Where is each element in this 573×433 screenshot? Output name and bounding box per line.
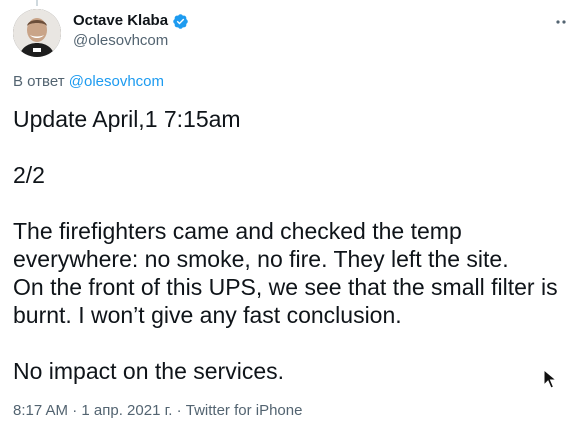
more-options-icon[interactable]	[553, 15, 571, 29]
avatar[interactable]	[13, 9, 61, 57]
tweet-metadata: 8:17 AM · 1 апр. 2021 г. · Twitter for i…	[13, 402, 302, 420]
tweet-line-firefighters: The firefighters came and checked the te…	[13, 218, 509, 272]
tweet-header: Octave Klaba @olesovhcom	[13, 9, 573, 59]
tweet-line-update: Update April,1 7:15am	[13, 106, 241, 132]
reply-mention-link[interactable]: @olesovhcom	[69, 73, 164, 90]
tweet-line-impact: No impact on the services.	[13, 358, 285, 384]
tweet-line-ups: On the front of this UPS, we see that th…	[13, 274, 558, 328]
tweet-time: 8:17 AM	[13, 402, 69, 419]
tweet-body: Update April,1 7:15am 2/2 The firefighte…	[13, 105, 568, 385]
author-info: Octave Klaba @olesovhcom	[73, 12, 189, 50]
mouse-pointer-icon	[543, 368, 558, 389]
meta-separator: ·	[176, 402, 182, 419]
verified-badge-icon	[172, 13, 189, 30]
tweet-source-link[interactable]: Twitter for iPhone	[186, 402, 303, 419]
reply-prefix: В ответ	[13, 73, 65, 90]
avatar-image	[13, 9, 61, 57]
author-name-row: Octave Klaba	[73, 12, 189, 30]
tweet-line-counter: 2/2	[13, 162, 45, 188]
author-display-name[interactable]: Octave Klaba	[73, 12, 168, 30]
reply-context: В ответ @olesovhcom	[13, 73, 164, 91]
tweet-date: 1 апр. 2021 г.	[81, 402, 173, 419]
meta-separator: ·	[72, 402, 78, 419]
author-handle[interactable]: @olesovhcom	[73, 32, 189, 50]
tweet-time-link[interactable]: 8:17 AM · 1 апр. 2021 г.	[13, 402, 172, 419]
thread-connector-line	[36, 0, 38, 6]
